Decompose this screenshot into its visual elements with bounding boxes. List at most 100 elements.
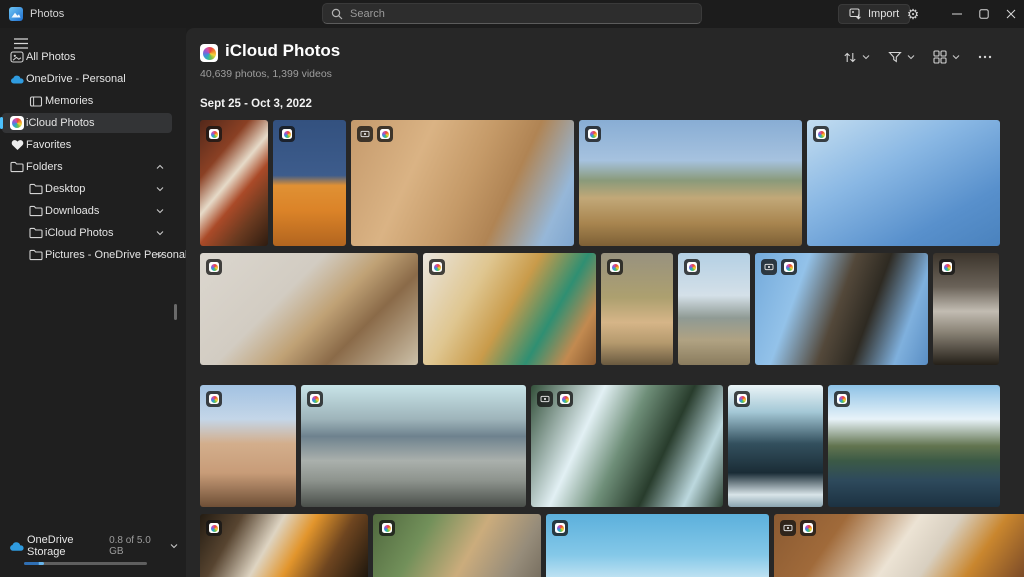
photo-thumbnail-puppy-sidewalk[interactable]	[601, 253, 673, 365]
photo-thumbnail-desert-boulders-hiker[interactable]	[351, 120, 574, 246]
sidebar-item-label: Pictures - OneDrive Personal	[45, 249, 188, 261]
photo-thumbnail-dog-on-chair[interactable]	[200, 253, 418, 365]
titlebar: Photos Import ⚙	[0, 0, 1024, 28]
icloud-badge-icon	[206, 259, 222, 275]
filter-button[interactable]	[886, 49, 917, 65]
sidebar-item-label: Desktop	[45, 183, 86, 195]
photo-thumbnail-pear-toast-latte[interactable]	[423, 253, 596, 365]
sidebar-item-all-photos[interactable]: All Photos	[2, 47, 172, 67]
heart-icon	[10, 138, 24, 152]
photo-thumbnail-grilled-dinner-plate[interactable]	[774, 514, 1024, 577]
sidebar-item-memories[interactable]: Memories	[2, 91, 172, 111]
photo-grid	[200, 120, 1024, 577]
sidebar-item-downloads[interactable]: Downloads	[2, 201, 172, 221]
sidebar-item-label: Favorites	[26, 139, 72, 151]
photo-thumbnail-stew-dish[interactable]	[200, 120, 268, 246]
sidebar-item-label: Downloads	[45, 205, 100, 217]
sidebar-item-icloud-photos-folder[interactable]: iCloud Photos	[2, 223, 172, 243]
thumbnail-status-badges	[357, 126, 393, 142]
thumbnail-status-badges	[307, 391, 323, 407]
photo-thumbnail-noodle-bowl-egg[interactable]	[200, 514, 368, 577]
onedrive-cloud-icon	[9, 541, 24, 552]
icloud-photos-header-icon	[200, 44, 218, 65]
see-more-button[interactable]	[976, 53, 994, 61]
video-badge-icon	[537, 391, 553, 407]
thumbnail-status-badges	[780, 520, 816, 536]
sidebar: All Photos OneDrive - Personal Memories …	[0, 28, 187, 577]
photo-thumbnail-forest-sunrays[interactable]	[531, 385, 723, 507]
thumbnail-status-badges	[379, 520, 395, 536]
view-options-button[interactable]	[931, 48, 962, 66]
icloud-badge-icon	[834, 391, 850, 407]
photo-thumbnail-louvre-pyramid[interactable]	[933, 253, 999, 365]
thumbnail-status-badges	[834, 391, 850, 407]
video-badge-icon	[761, 259, 777, 275]
sidebar-item-onedrive-personal[interactable]: OneDrive - Personal	[2, 69, 172, 89]
onedrive-cloud-icon	[10, 72, 24, 86]
chevron-down-icon	[156, 186, 164, 192]
photo-thumbnail-dog-by-river[interactable]	[373, 514, 541, 577]
photo-thumbnail-cloudscape[interactable]	[546, 514, 769, 577]
maximize-button[interactable]	[970, 0, 997, 28]
folder-icon	[29, 226, 43, 240]
sidebar-item-desktop[interactable]: Desktop	[2, 179, 172, 199]
storage-usage: 0.8 of 5.0 GB	[109, 535, 151, 557]
settings-gear-icon[interactable]: ⚙	[900, 2, 926, 26]
thumbnail-status-badges	[761, 259, 797, 275]
search-input[interactable]	[350, 7, 693, 20]
sidebar-item-pictures-onedrive[interactable]: Pictures - OneDrive Personal	[2, 245, 187, 265]
icloud-badge-icon	[379, 520, 395, 536]
icloud-badge-icon	[206, 520, 222, 536]
icloud-badge-icon	[307, 391, 323, 407]
close-button[interactable]	[997, 0, 1024, 28]
photo-thumbnail-eiffel-tower[interactable]	[755, 253, 928, 365]
thumbnail-status-badges	[585, 126, 601, 142]
chevron-down-icon	[170, 543, 178, 549]
window-title: Photos	[30, 8, 65, 20]
photo-thumbnail-city-mountains[interactable]	[301, 385, 526, 507]
chevron-down-icon	[862, 54, 870, 60]
sidebar-item-favorites[interactable]: Favorites	[2, 135, 172, 155]
icloud-badge-icon	[734, 391, 750, 407]
photo-thumbnail-carnival-swing-sky[interactable]	[807, 120, 1000, 246]
video-badge-icon	[780, 520, 796, 536]
photo-thumbnail-desert-walk[interactable]	[200, 385, 296, 507]
search-icon	[331, 8, 343, 20]
icloud-badge-icon	[607, 259, 623, 275]
icloud-badge-icon	[557, 391, 573, 407]
thumbnail-status-badges	[206, 126, 222, 142]
thumbnail-status-badges	[206, 259, 222, 275]
icloud-badge-icon	[684, 259, 700, 275]
storage-label: OneDrive Storage	[27, 534, 74, 558]
icloud-badge-icon	[781, 259, 797, 275]
minimize-button[interactable]	[943, 0, 970, 28]
photo-thumbnail-shoreline-waves[interactable]	[728, 385, 823, 507]
chevron-down-icon	[156, 252, 164, 258]
sidebar-item-folders[interactable]: Folders	[2, 157, 172, 177]
sidebar-item-label: iCloud Photos	[45, 227, 114, 239]
chevron-down-icon	[156, 208, 164, 214]
photo-row	[200, 385, 1024, 507]
search-box[interactable]	[322, 3, 702, 24]
icloud-badge-icon	[800, 520, 816, 536]
date-group-header[interactable]: Sept 25 - Oct 3, 2022	[200, 98, 312, 110]
photo-thumbnail-sunset-poster[interactable]	[273, 120, 346, 246]
window-controls	[943, 0, 1024, 28]
memories-icon	[29, 94, 43, 108]
thumbnail-status-badges	[813, 126, 829, 142]
photo-thumbnail-joshua-tree-desert[interactable]	[579, 120, 802, 246]
storage-progress-fill	[24, 562, 44, 565]
icloud-badge-icon	[813, 126, 829, 142]
sidebar-resize-handle[interactable]	[174, 304, 177, 320]
icloud-badge-icon	[206, 126, 222, 142]
thumbnail-status-badges	[206, 391, 222, 407]
photos-app-icon	[9, 7, 23, 21]
sidebar-item-icloud-photos[interactable]: iCloud Photos	[0, 113, 172, 133]
sidebar-nav: All Photos OneDrive - Personal Memories …	[0, 47, 187, 267]
onedrive-storage-panel[interactable]: OneDrive Storage 0.8 of 5.0 GB	[0, 534, 186, 565]
photo-thumbnail-lake-hillside[interactable]	[828, 385, 1000, 507]
folder-icon	[10, 160, 24, 174]
photo-thumbnail-bikes-lakeside[interactable]	[678, 253, 750, 365]
photo-row	[200, 253, 1024, 365]
sort-button[interactable]	[841, 49, 872, 66]
